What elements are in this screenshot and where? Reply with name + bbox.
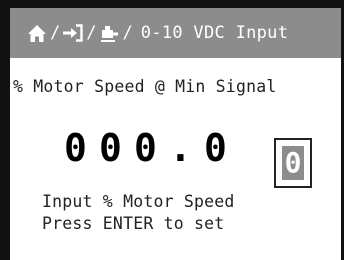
selected-digit[interactable]: 0 [282,146,304,180]
decimal-point: . [169,126,192,170]
selected-digit-cursor[interactable]: 0 [274,138,312,188]
breadcrumb-separator: / [86,23,97,43]
value-digit[interactable]: 0 [93,126,128,170]
value-display[interactable]: 0 0 0 . 0 [58,124,233,172]
value-digit[interactable]: 0 [58,126,93,170]
input-arrow-icon[interactable] [62,22,84,44]
instruction-line-1: Input % Motor Speed [42,192,235,211]
display-screen: / / / 0-10 VDC Input % Motor Speed @ Min… [0,0,344,260]
instruction-line-2: Press ENTER to set [42,214,225,233]
motor-icon[interactable] [99,22,121,44]
parameter-label: % Motor Speed @ Min Signal [13,77,277,96]
home-icon[interactable] [26,22,48,44]
breadcrumb-header: / / / 0-10 VDC Input [10,8,341,58]
breadcrumb-separator: / [122,23,133,43]
page-title: 0-10 VDC Input [140,23,289,43]
display-bezel-left [0,0,10,260]
value-digit[interactable]: 0 [128,126,163,170]
value-digit[interactable]: 0 [198,126,233,170]
breadcrumb-separator: / [50,23,61,43]
